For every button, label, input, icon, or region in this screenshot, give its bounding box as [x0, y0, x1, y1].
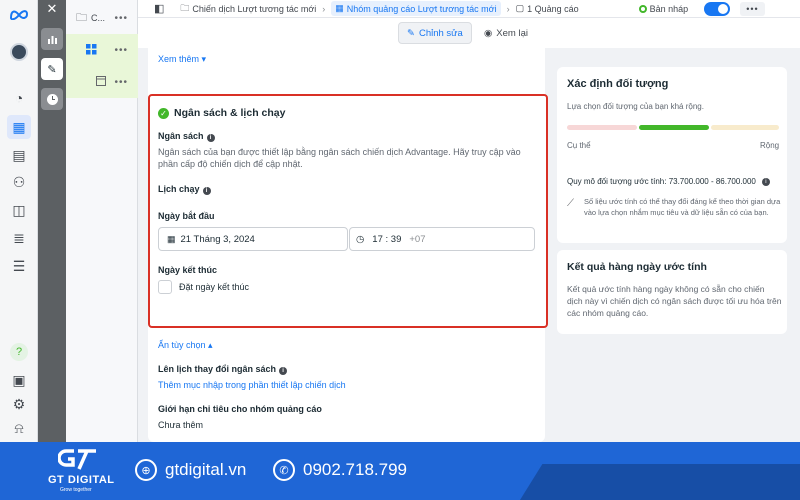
calendar-icon: ▦ [167, 233, 176, 244]
start-date-label: Ngày bắt đầu [158, 211, 215, 221]
audience-description: Lựa chọn đối tượng của bạn khá rộng. [567, 102, 704, 111]
more-options-icon[interactable]: ••• [740, 1, 765, 16]
pages-icon[interactable]: ▤ [9, 145, 29, 165]
audience-meter-narrow [567, 125, 637, 130]
info-icon[interactable]: i [206, 134, 215, 142]
end-date-checkbox-row: Đặt ngày kết thúc [158, 280, 249, 294]
phone-item: ✆ 0902.718.799 [273, 459, 407, 481]
schedule-label: Lịch chạy i [158, 184, 211, 195]
breadcrumb: ◧ 🗀 Chiến dịch Lượt tương tác mới › ▦ Nh… [138, 0, 800, 18]
dashboard-icon[interactable]: ◔ [9, 88, 29, 108]
more-options-icon[interactable]: ••• [114, 77, 128, 88]
chart-icon[interactable] [41, 28, 63, 50]
breadcrumb-adset[interactable]: ▦ Nhóm quảng cáo Lượt tương tác mới [331, 1, 501, 16]
audience-title: Xác định đối tượng [567, 78, 669, 90]
see-more-link[interactable]: Xem thêm ▾ [158, 54, 206, 65]
caret-down-icon: ▾ [201, 54, 207, 64]
publish-toggle[interactable] [704, 1, 731, 16]
start-date-input[interactable]: ▦ 21 Tháng 3, 2024 [158, 227, 348, 251]
notifications-bell-icon[interactable]: ⍾ [9, 418, 29, 438]
budget-label: Ngân sách i [158, 131, 215, 142]
history-clock-icon[interactable] [41, 88, 63, 110]
meter-label-specific: Cụ thể [567, 141, 591, 150]
campaign-tree: 🗀 C... ••• ••• ••• [66, 0, 138, 442]
spend-limit-value: Chưa thêm [158, 420, 204, 430]
tree-item-label: C... [91, 13, 106, 23]
section-title: Ngân sách & lịch chạy [174, 107, 286, 119]
phone-text[interactable]: 0902.718.799 [303, 460, 407, 480]
breadcrumb-campaign[interactable]: 🗀 Chiến dịch Lượt tương tác mới [180, 1, 316, 17]
breadcrumb-separator-icon: › [506, 3, 510, 14]
sidebar-toggle-icon[interactable]: ◧ [154, 2, 164, 15]
status-badge: Bản nháp [638, 4, 688, 14]
trend-icon: ⟋ [567, 198, 574, 209]
ad-icon: ▢ [515, 3, 525, 13]
ad-icon [96, 76, 106, 88]
news-icon[interactable]: ▣ [9, 370, 29, 390]
folder-icon: 🗀 [180, 2, 190, 13]
clock-icon: ◷ [356, 233, 365, 245]
billing-icon[interactable]: ≣ [9, 228, 29, 248]
budget-description: Ngân sách của bạn được thiết lập bằng ng… [158, 147, 521, 169]
caret-up-icon: ▴ [208, 340, 213, 350]
more-options-icon[interactable]: ••• [114, 13, 128, 24]
left-navigation: ◔ ▦ ▤ ⚇ ◫ ≣ ☰ ? ▣ ⚙ ⍾ [0, 0, 38, 442]
info-icon[interactable]: i [761, 177, 770, 186]
edit-pencil-icon[interactable]: ✎ [41, 58, 63, 80]
audience-size: Quy mô đối tượng ước tính: 73.700.000 - … [567, 177, 770, 186]
start-time-input[interactable]: ◷ 17 : 39 +07 [349, 227, 535, 251]
brand-tagline: Grow together [60, 487, 92, 493]
folder-icon: 🗀 [76, 11, 87, 24]
meter-label-broad: Rộng [760, 141, 780, 150]
timezone-label: +07 [409, 233, 426, 245]
breadcrumb-separator-icon: › [322, 3, 326, 14]
tree-item-adset[interactable]: ••• [66, 34, 138, 66]
info-icon[interactable]: i [279, 367, 288, 375]
end-date-label: Ngày kết thúc [158, 265, 218, 275]
campaigns-table-icon[interactable]: ▦ [7, 115, 31, 139]
hide-options-link[interactable]: Ẩn tùy chọn ▴ [158, 340, 213, 351]
meta-logo-icon[interactable] [9, 4, 29, 24]
editor-tool-strip: ✕ ✎ [38, 0, 66, 442]
banner-decoration [520, 464, 800, 500]
audience-meter-broad [711, 125, 779, 130]
brand-name: GT DIGITAL [48, 474, 115, 486]
settings-gear-icon[interactable]: ⚙ [9, 394, 29, 414]
draft-status-icon [638, 4, 647, 13]
pencil-icon: ✎ [407, 27, 415, 39]
spend-limit-label: Giới hạn chi tiêu cho nhóm quảng cáo [158, 404, 322, 414]
audience-note: Số liệu ước tính có thể thay đổi đáng kể… [584, 197, 781, 217]
gt-digital-logo [57, 448, 102, 472]
website-item: ⊕ gtdigital.vn [135, 459, 246, 481]
audience-meter-indicator [639, 125, 709, 130]
help-icon[interactable]: ? [9, 342, 29, 362]
review-mode-button[interactable]: ◉ Xem lại [476, 22, 536, 44]
website-text[interactable]: gtdigital.vn [165, 460, 246, 480]
adset-grid-icon [86, 43, 97, 57]
budget-scheduling-link[interactable]: Thêm mục nhập trong phần thiết lập chiến… [158, 380, 346, 390]
close-icon[interactable]: ✕ [41, 0, 63, 20]
globe-icon: ⊕ [135, 459, 157, 481]
budget-scheduling-label: Lên lịch thay đổi ngân sách i [158, 364, 288, 375]
check-circle-icon: ✓ [158, 107, 169, 119]
daily-results-title: Kết quả hàng ngày ước tính [567, 261, 707, 273]
phone-icon: ✆ [273, 459, 295, 481]
end-date-checkbox[interactable] [158, 280, 172, 294]
info-icon[interactable]: i [202, 187, 211, 195]
mode-bar: ✎ Chỉnh sửa ◉ Xem lại [138, 18, 800, 48]
more-options-icon[interactable]: ••• [114, 45, 128, 56]
creative-library-icon[interactable]: ◫ [9, 200, 29, 220]
adset-grid-icon: ▦ [335, 3, 344, 13]
tree-item-campaign[interactable]: 🗀 C... ••• [66, 2, 138, 34]
section-header: ✓ Ngân sách & lịch chạy [158, 107, 285, 119]
eye-icon: ◉ [484, 27, 493, 39]
audience-icon[interactable]: ⚇ [9, 172, 29, 192]
daily-results-description: Kết quả ước tính hàng ngày không có sẵn … [567, 284, 782, 318]
tree-item-ad[interactable]: ••• [66, 66, 138, 98]
edit-mode-button[interactable]: ✎ Chỉnh sửa [398, 22, 472, 44]
breadcrumb-ad[interactable]: ▢ 1 Quảng cáo [516, 3, 579, 14]
promo-banner: GT DIGITAL Grow together ⊕ gtdigital.vn … [0, 442, 800, 500]
avatar[interactable] [9, 42, 29, 62]
all-tools-menu-icon[interactable]: ☰ [9, 256, 29, 276]
